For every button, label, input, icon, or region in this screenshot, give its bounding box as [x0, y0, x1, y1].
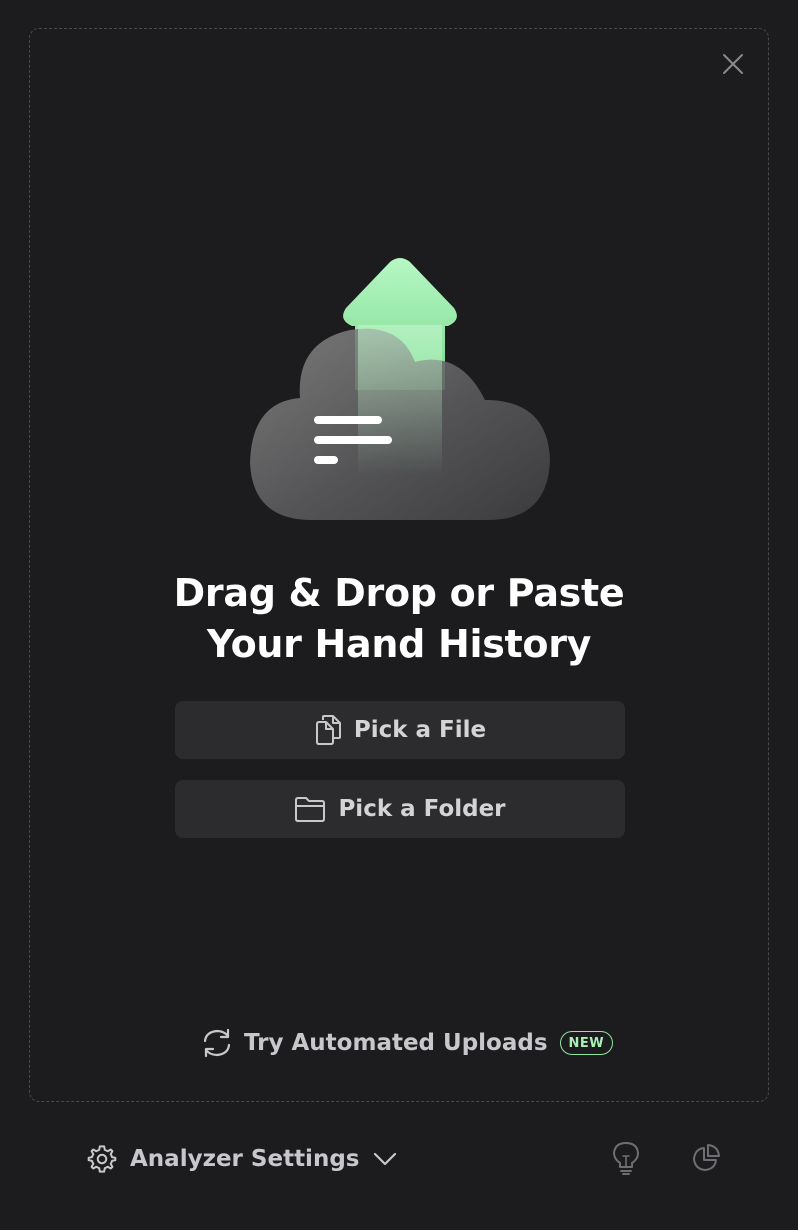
- pick-file-button[interactable]: Pick a File: [175, 701, 625, 759]
- pie-chart-icon: [693, 1144, 720, 1171]
- analyzer-settings-button[interactable]: Analyzer Settings: [86, 1136, 399, 1182]
- pick-folder-label: Pick a Folder: [338, 796, 506, 822]
- chevron-down-icon: [374, 1152, 397, 1166]
- new-badge: NEW: [559, 1031, 614, 1055]
- close-button[interactable]: [714, 45, 752, 83]
- headline-line-1: Drag & Drop or Paste: [173, 571, 625, 615]
- page-title: Drag & Drop or Paste Your Hand History: [100, 568, 698, 670]
- sync-icon: [203, 1028, 231, 1058]
- upload-panel: Drag & Drop or Paste Your Hand History P…: [0, 0, 798, 1230]
- automated-uploads-label: Try Automated Uploads: [244, 1030, 548, 1056]
- analyzer-settings-label: Analyzer Settings: [130, 1146, 360, 1172]
- cloud-upload-icon: [250, 258, 550, 520]
- headline-line-2: Your Hand History: [206, 622, 592, 666]
- folder-icon: [295, 797, 326, 822]
- automated-uploads-link[interactable]: Try Automated Uploads NEW: [200, 1022, 614, 1064]
- close-icon: [723, 54, 743, 74]
- pick-folder-button[interactable]: Pick a Folder: [175, 780, 625, 838]
- files-icon: [315, 715, 341, 745]
- stats-button[interactable]: [686, 1138, 726, 1178]
- gear-icon: [87, 1145, 117, 1173]
- tips-button[interactable]: [606, 1138, 646, 1178]
- lightbulb-icon: [613, 1142, 639, 1175]
- drop-zone[interactable]: [29, 28, 769, 1102]
- pick-file-label: Pick a File: [353, 717, 487, 743]
